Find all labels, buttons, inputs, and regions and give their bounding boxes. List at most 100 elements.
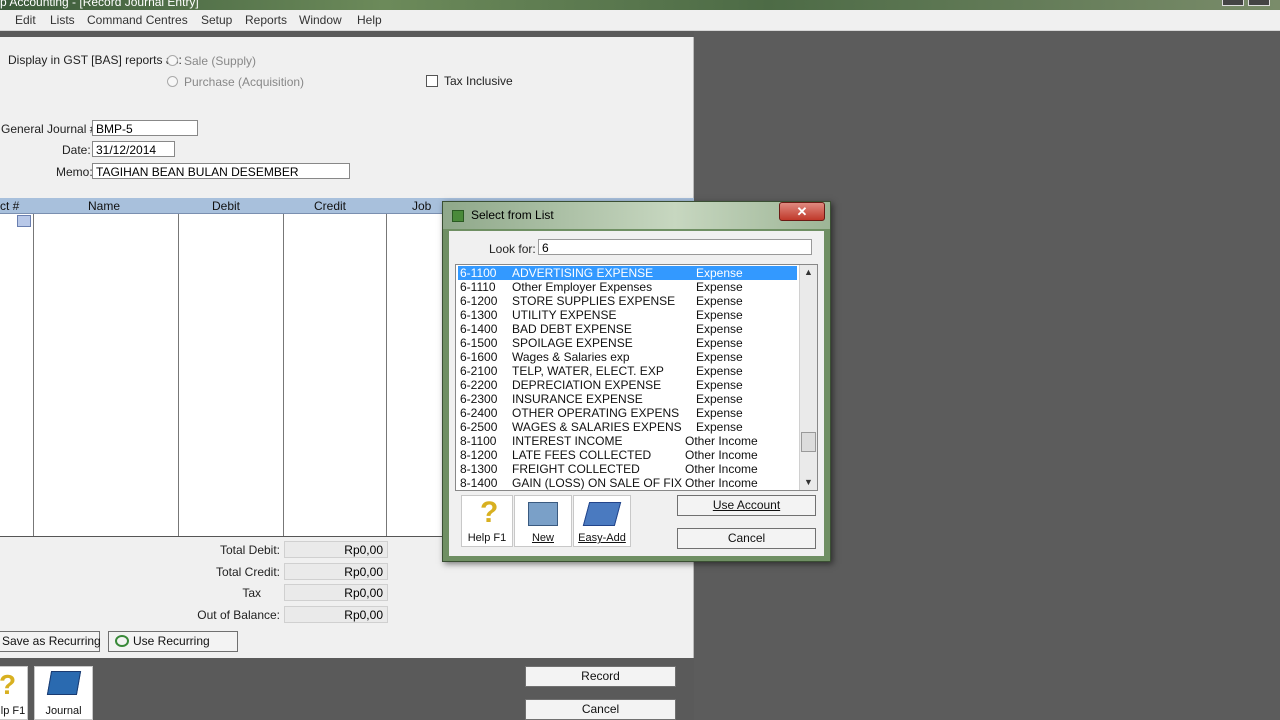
radio-sale-label: Sale (Supply) [184, 54, 257, 68]
col-credit: Credit [314, 199, 347, 213]
list-item[interactable]: 6-1400 BAD DEBT EXPENSE Expense [458, 322, 797, 336]
menu-help[interactable]: Help [357, 13, 382, 27]
grid-divider [178, 214, 179, 536]
list-item[interactable]: 8-1300 FREIGHT COLLECTED Other Income [458, 462, 797, 476]
memo-label: Memo: [56, 165, 93, 179]
list-item[interactable]: 6-2200 DEPRECIATION EXPENSE Expense [458, 378, 797, 392]
memo-input[interactable]: TAGIHAN BEAN BULAN DESEMBER [92, 163, 350, 179]
tax-label: Tax [242, 586, 261, 600]
grid-divider [283, 214, 284, 536]
list-item[interactable]: 8-1400 GAIN (LOSS) ON SALE OF FIX Other In… [458, 476, 797, 490]
total-credit-value: Rp0,00 [284, 563, 388, 580]
list-item[interactable]: 6-1300 UTILITY EXPENSE Expense [458, 308, 797, 322]
grid-divider [33, 214, 34, 536]
list-item[interactable]: 6-2100 TELP, WATER, ELECT. EXP Expense [458, 364, 797, 378]
gst-label: Display in GST [BAS] reports as: [8, 53, 182, 67]
question-icon: ? [0, 669, 17, 700]
dialog-help-button[interactable]: ? Help F1 [461, 495, 513, 547]
cancel-label: Cancel [581, 702, 620, 716]
easy-add-button[interactable]: Easy-Add [573, 495, 631, 547]
question-icon: ? [480, 496, 499, 529]
out-of-balance-value: Rp0,00 [284, 606, 388, 623]
easy-add-label: Easy-Add [578, 532, 626, 544]
account-lookup-button[interactable] [17, 215, 31, 227]
scroll-down-icon[interactable]: ▼ [800, 475, 817, 490]
look-for-input[interactable]: 6 [538, 239, 812, 255]
tax-value: Rp0,00 [284, 584, 388, 601]
journal-icon [46, 671, 82, 695]
list-scrollbar[interactable]: ▲ ▼ [799, 265, 817, 490]
date-input[interactable]: 31/12/2014 [92, 141, 175, 157]
out-of-balance-label: Out of Balance: [197, 608, 280, 622]
help-f1-button[interactable]: ? lp F1 [0, 666, 28, 720]
select-from-list-dialog: Select from List ✕ Look for: 6 6-1100 ADV… [442, 201, 831, 562]
save-as-recurring-label: Save as Recurring [2, 634, 101, 648]
list-item[interactable]: 6-2300 INSURANCE EXPENSE Expense [458, 392, 797, 406]
list-item[interactable]: 8-1100 INTEREST INCOME Other Income [458, 434, 797, 448]
date-label: Date: [62, 143, 91, 157]
dialog-help-label: Help F1 [467, 532, 507, 544]
col-job: Job [412, 199, 432, 213]
help-f1-label: lp F1 [0, 705, 26, 717]
cancel-button[interactable]: Cancel [525, 699, 676, 720]
menu-reports[interactable]: Reports [245, 13, 287, 27]
use-account-label: Use Account [712, 498, 781, 512]
look-for-label: Look for: [489, 242, 536, 256]
dialog-title: Select from List [471, 208, 554, 222]
record-label: Record [581, 669, 620, 683]
menu-setup[interactable]: Setup [201, 13, 232, 27]
menu-window[interactable]: Window [299, 13, 342, 27]
total-credit-label: Total Credit: [215, 565, 280, 579]
save-as-recurring-button[interactable]: Save as Recurring [0, 631, 101, 652]
list-item[interactable]: 6-1200 STORE SUPPLIES EXPENSE Expense [458, 294, 797, 308]
radio-purchase[interactable] [167, 76, 178, 87]
new-account-button[interactable]: New [514, 495, 572, 547]
menu-edit[interactable]: Edit [15, 13, 36, 27]
menu-bar: Edit Lists Command Centres Setup Reports… [0, 10, 1280, 31]
scroll-up-icon[interactable]: ▲ [800, 265, 817, 280]
journal-label: Journal [45, 705, 82, 717]
new-label: New [531, 532, 554, 544]
new-icon [528, 502, 558, 526]
maximize-button[interactable] [1248, 0, 1270, 6]
list-item[interactable]: 6-2500 WAGES & SALARIES EXPENS Expense [458, 420, 797, 434]
col-account: ct # [0, 199, 20, 213]
col-debit: Debit [212, 199, 241, 213]
list-item[interactable]: 8-1200 LATE FEES COLLECTED Other Income [458, 448, 797, 462]
tax-inclusive-label: Tax Inclusive [444, 74, 513, 88]
list-item[interactable]: 6-1110 Other Employer Expenses Expense [458, 280, 797, 294]
list-item[interactable]: 6-1500 SPOILAGE EXPENSE Expense [458, 336, 797, 350]
easy-add-icon [582, 502, 622, 526]
use-account-button[interactable]: Use Account [677, 495, 816, 516]
use-recurring-label: Use Recurring [133, 634, 210, 648]
minimize-button[interactable] [1222, 0, 1244, 6]
dialog-cancel-label: Cancel [727, 531, 766, 545]
total-debit-label: Total Debit: [219, 543, 280, 557]
journal-number-input[interactable]: BMP-5 [92, 120, 198, 136]
tax-inclusive-checkbox[interactable] [426, 75, 438, 87]
record-button[interactable]: Record [525, 666, 676, 687]
col-name: Name [88, 199, 121, 213]
use-recurring-button[interactable]: Use Recurring [108, 631, 238, 652]
dialog-titlebar: Select from List ✕ [443, 202, 830, 229]
scroll-thumb[interactable] [801, 432, 816, 452]
dialog-cancel-button[interactable]: Cancel [677, 528, 816, 549]
menu-command-centres[interactable]: Command Centres [87, 13, 188, 27]
dialog-body: Look for: 6 6-1100 ADVERTISING EXPENSE Exp… [449, 231, 824, 556]
window-titlebar: p Accounting - [Record Journal Entry] [0, 0, 1280, 10]
dialog-app-icon [452, 210, 464, 222]
close-icon[interactable]: ✕ [779, 202, 825, 221]
grid-divider [386, 214, 387, 536]
radio-purchase-label: Purchase (Acquisition) [184, 75, 305, 89]
menu-lists[interactable]: Lists [50, 13, 75, 27]
list-item[interactable]: 6-2400 OTHER OPERATING EXPENS Expense [458, 406, 797, 420]
list-item[interactable]: 6-1100 ADVERTISING EXPENSE Expense [458, 266, 797, 280]
account-list[interactable]: 6-1100 ADVERTISING EXPENSE Expense 6-1110 O… [455, 264, 818, 491]
window-title: p Accounting - [Record Journal Entry] [0, 0, 199, 9]
recurring-icon [115, 635, 129, 647]
list-item[interactable]: 6-1600 Wages & Salaries exp Expense [458, 350, 797, 364]
radio-sale[interactable] [167, 55, 178, 66]
total-debit-value: Rp0,00 [284, 541, 388, 558]
journal-button[interactable]: Journal [34, 666, 93, 720]
journal-number-label: General Journal #: [1, 122, 100, 136]
